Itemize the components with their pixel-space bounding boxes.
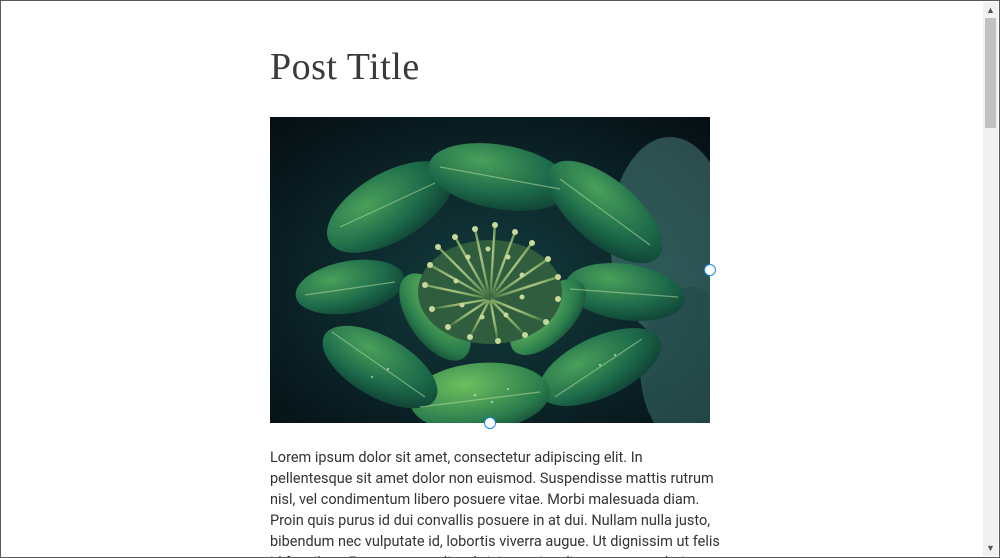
- vertical-scrollbar[interactable]: ▲ ▼: [983, 2, 998, 556]
- editor-viewport: Post Title: [0, 0, 1000, 558]
- image-resize-handle-bottom[interactable]: [484, 417, 496, 429]
- post-title[interactable]: Post Title: [270, 45, 730, 89]
- scrollbar-thumb[interactable]: [985, 18, 996, 128]
- post-content-area: Post Title: [270, 1, 730, 558]
- post-body-paragraph[interactable]: Lorem ipsum dolor sit amet, consectetur …: [270, 447, 720, 558]
- scroll-up-arrow-icon[interactable]: ▲: [983, 2, 998, 18]
- featured-image: [270, 117, 710, 423]
- image-block[interactable]: [270, 117, 710, 423]
- scroll-down-arrow-icon[interactable]: ▼: [983, 540, 998, 556]
- image-resize-handle-right[interactable]: [704, 264, 716, 276]
